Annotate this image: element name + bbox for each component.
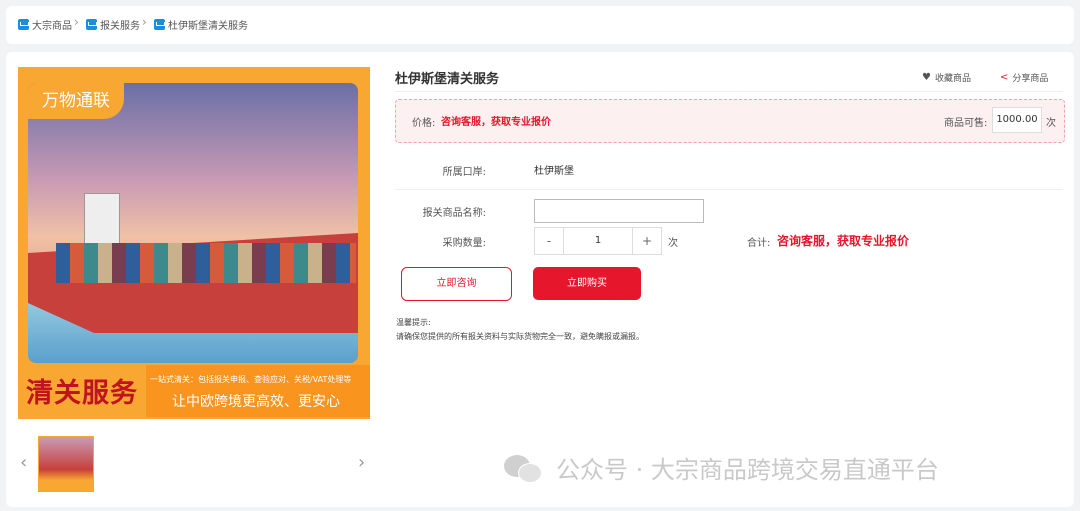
chevron-left-icon[interactable]: ‹ [20,452,27,473]
thumbnail-1[interactable] [38,436,94,492]
buy-now-button[interactable]: 立即购买 [533,267,641,300]
share-icon: < [1000,72,1009,83]
ship-illustration: 万物通联 [28,83,358,363]
product-title: 杜伊斯堡清关服务 [395,72,500,87]
divider [395,189,1063,190]
wechat-icon [504,453,544,483]
goods-name-label: 报关商品名称: [422,208,486,219]
total-label: 合计: [747,238,771,249]
stock-unit: 次 [1046,118,1056,129]
folder-icon [18,19,29,30]
tip-title: 温馨提示: [396,318,431,327]
stock-label: 商品可售: [944,118,988,129]
ship-containers [56,243,356,283]
price-value: 咨询客服，获取专业报价 [441,117,551,128]
quantity-input[interactable]: 1 [563,228,633,254]
folder-icon [154,19,165,30]
consult-button[interactable]: 立即咨询 [401,267,512,301]
heart-icon: ♥ [922,72,931,83]
ship-bridge [84,193,120,247]
total-value: 咨询客服，获取专业报价 [777,234,910,248]
breadcrumb-item-bulk[interactable]: 大宗商品 [18,17,72,32]
breadcrumb-item-current[interactable]: 杜伊斯堡清关服务 [154,17,248,32]
quantity-stepper: - 1 + [534,227,662,255]
price-box: 价格: 咨询客服，获取专业报价 商品可售: 1000.00 次 [395,99,1065,143]
quantity-decrease-button[interactable]: - [535,228,563,254]
product-panel: 万物通联 清关服务 一站式清关：包括报关申报、查验应对、关税/VAT处理等 让中… [6,52,1074,507]
watermark: 公众号 · 大宗商品跨境交易直通平台 [504,450,939,485]
chevron-right-icon[interactable]: › [358,452,365,473]
favorite-button[interactable]: ♥ 收藏商品 [922,71,971,84]
divider [395,91,1063,92]
hero-small-text: 一站式清关：包括报关申报、查验应对、关税/VAT处理等 [150,375,352,384]
quantity-increase-button[interactable]: + [633,228,661,254]
stock-value: 1000.00 [992,107,1042,133]
port-value: 杜伊斯堡 [534,166,574,177]
brand-label: 万物通联 [28,83,124,119]
goods-name-input[interactable] [534,199,704,223]
chevron-right-icon: › [74,15,79,29]
port-label: 所属口岸: [442,167,486,178]
chevron-right-icon: › [142,15,147,29]
quantity-label: 采购数量: [442,238,486,249]
hero-subtitle: 让中欧跨境更高效、更安心 [172,394,340,410]
breadcrumb-item-customs[interactable]: 报关服务 [86,17,140,32]
breadcrumb: 大宗商品 › 报关服务 › 杜伊斯堡清关服务 [6,6,1074,44]
thumbnail-strip: ‹ › [18,434,370,494]
share-button[interactable]: < 分享商品 [1000,71,1048,84]
price-label: 价格: [412,118,436,129]
hero-title: 清关服务 [26,378,138,409]
tip-text: 请确保您提供的所有报关资料与实际货物完全一致，避免瞒报或漏报。 [396,332,644,341]
quantity-unit: 次 [668,238,678,249]
folder-icon [86,19,97,30]
product-image[interactable]: 万物通联 清关服务 一站式清关：包括报关申报、查验应对、关税/VAT处理等 让中… [18,67,370,419]
